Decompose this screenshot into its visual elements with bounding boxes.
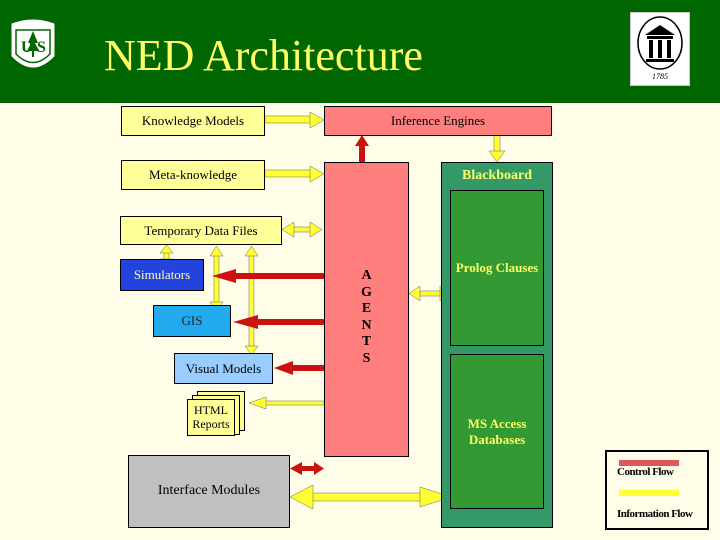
information-flow-swatch [619, 490, 679, 496]
arrow-meta-to-agents [264, 165, 325, 183]
legend: Control Flow Information Flow [605, 450, 709, 530]
meta-knowledge-box: Meta-knowledge [121, 160, 265, 190]
agents-label: A G E N T S [361, 268, 372, 366]
arrow-knowledge-to-inference [264, 111, 325, 129]
gis-box: GIS [153, 305, 231, 337]
ms-access-databases-box: MS Access Databases [450, 354, 544, 509]
html-reports-stack: HTML Reports [187, 391, 247, 436]
arrow-tempdata-agents [281, 221, 323, 238]
agents-box: A G E N T S [324, 162, 409, 457]
arrow-agents-to-gis [233, 315, 324, 329]
interface-modules-box: Interface Modules [128, 455, 290, 528]
visual-models-box: Visual Models [174, 353, 273, 384]
inference-engines-box: Inference Engines [324, 106, 552, 136]
prolog-clauses-box: Prolog Clauses [450, 190, 544, 346]
arrow-agents-to-html [248, 396, 325, 410]
arrow-agents-interface [290, 462, 324, 475]
arrow-interface-blackboard [289, 484, 452, 510]
knowledge-models-box: Knowledge Models [121, 106, 265, 136]
arrow-agents-to-simulators [212, 269, 324, 283]
simulators-box: Simulators [120, 259, 204, 291]
information-flow-label: Information Flow [617, 508, 693, 520]
html-reports-label: HTML Reports [187, 399, 235, 436]
arrow-inference-to-blackboard [488, 134, 506, 163]
temporary-data-files-box: Temporary Data Files [120, 216, 282, 245]
blackboard-title: Blackboard [461, 168, 532, 183]
control-flow-label: Control Flow [617, 466, 674, 478]
arrow-tempdata-visual [244, 245, 259, 356]
arrow-agents-to-inference [355, 135, 369, 162]
arrow-agents-to-visual [274, 361, 324, 375]
